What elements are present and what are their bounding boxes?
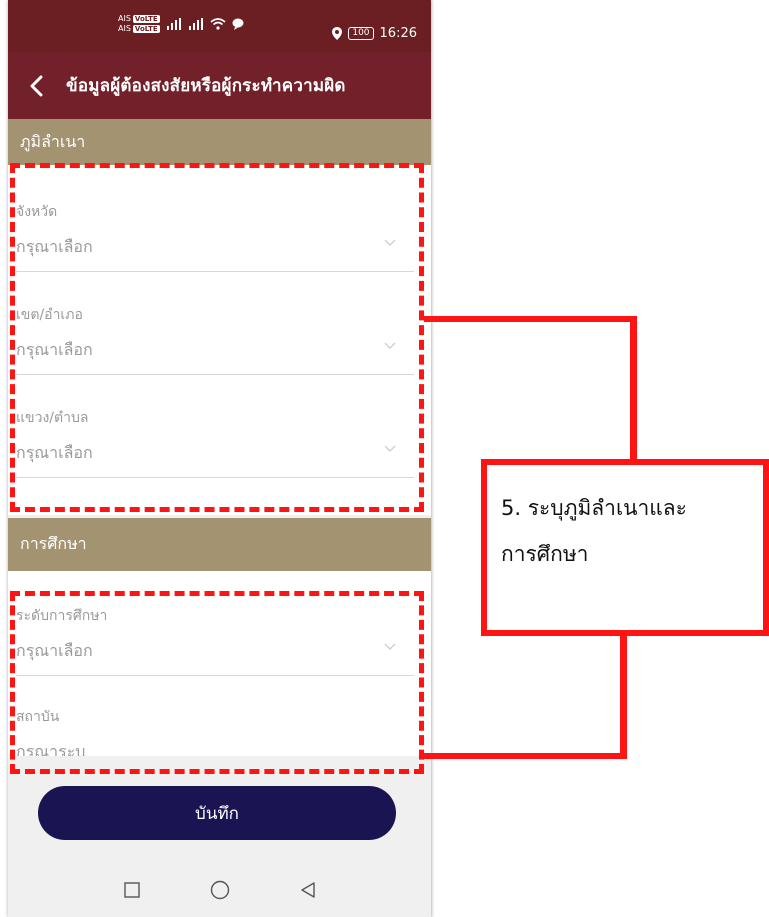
- status-icons-left: AIS VoLTE AIS VoLTE: [118, 14, 244, 34]
- clock: 16:26: [379, 26, 417, 41]
- institution-label: สถาบัน: [16, 709, 60, 725]
- province-label: จังหวัด: [16, 204, 58, 220]
- subdistrict-field: แขวง/ตำบล กรุณาเลือก: [16, 407, 414, 478]
- status-icons-right: 100 16:26: [332, 26, 417, 41]
- chevron-left-icon: [30, 75, 43, 96]
- app-bar: ข้อมูลผู้ต้องสงสัยหรือผู้กระทำความผิด: [8, 52, 431, 119]
- education-level-select[interactable]: กรุณาเลือก: [16, 635, 414, 676]
- recent-apps-button[interactable]: [119, 877, 145, 903]
- education-level-label: ระดับการศึกษา: [16, 608, 108, 624]
- carrier-1-label: AIS: [118, 14, 131, 23]
- connector-line-bottom: [424, 753, 627, 759]
- chat-icon: [232, 18, 244, 30]
- triangle-back-icon: [300, 881, 315, 898]
- volte-badge: VoLTE: [132, 15, 160, 23]
- connector-line-bottom-vertical: [620, 633, 627, 759]
- province-field: จังหวัด กรุณาเลือก: [16, 201, 414, 272]
- annotation-callout: 5. ระบุภูมิลำเนาและ การศึกษา: [481, 459, 769, 636]
- square-icon: [123, 881, 140, 898]
- save-button[interactable]: บันทึก: [38, 786, 396, 840]
- education-level-field: ระดับการศึกษา กรุณาเลือก: [16, 605, 414, 676]
- wifi-icon: [210, 18, 226, 30]
- signal-icon: [166, 18, 181, 30]
- district-label: เขต/อำเภอ: [16, 307, 83, 323]
- subdistrict-label: แขวง/ตำบล: [16, 410, 89, 426]
- domicile-form: จังหวัด กรุณาเลือก เขต/อำเภอ กรุณาเลือก …: [8, 165, 431, 515]
- back-nav-button[interactable]: [295, 877, 321, 903]
- save-area: บันทึก: [8, 756, 431, 862]
- android-nav-bar: [8, 862, 431, 917]
- volte-badge-2: VoLTE: [132, 25, 160, 33]
- chevron-down-icon: [384, 643, 396, 650]
- section-header-domicile: ภูมิลำเนา: [8, 119, 431, 165]
- connector-line-top: [424, 316, 637, 322]
- section-header-education: การศึกษา: [8, 518, 431, 571]
- circle-icon: [210, 880, 229, 899]
- subdistrict-select[interactable]: กรุณาเลือก: [16, 437, 414, 478]
- chevron-down-icon: [384, 445, 396, 452]
- district-field: เขต/อำเภอ กรุณาเลือก: [16, 304, 414, 375]
- district-select[interactable]: กรุณาเลือก: [16, 334, 414, 375]
- province-value: กรุณาเลือก: [16, 237, 93, 256]
- district-value: กรุณาเลือก: [16, 340, 93, 359]
- back-button[interactable]: [8, 52, 64, 119]
- carrier-2-label: AIS: [118, 24, 131, 33]
- chevron-down-icon: [384, 239, 396, 246]
- annotation-line-2: การศึกษา: [501, 542, 589, 566]
- phone-screen: AIS VoLTE AIS VoLTE 100 16:26 ข้อมูลผู้ต้อ…: [8, 0, 431, 917]
- page-title: ข้อมูลผู้ต้องสงสัยหรือผู้กระทำความผิด: [66, 76, 346, 96]
- annotation-line-1: 5. ระบุภูมิลำเนาและ: [501, 496, 687, 520]
- connector-line-top-vertical: [630, 316, 637, 462]
- chevron-down-icon: [384, 342, 396, 349]
- province-select[interactable]: กรุณาเลือก: [16, 231, 414, 272]
- education-level-value: กรุณาเลือก: [16, 641, 93, 660]
- education-form: ระดับการศึกษา กรุณาเลือก สถาบัน กรุณาระบ…: [8, 571, 431, 761]
- subdistrict-value: กรุณาเลือก: [16, 443, 93, 462]
- carrier-info: AIS VoLTE AIS VoLTE: [118, 14, 160, 34]
- home-button[interactable]: [207, 877, 233, 903]
- status-bar: AIS VoLTE AIS VoLTE 100 16:26: [8, 0, 431, 52]
- battery-icon: 100: [348, 27, 374, 40]
- signal-2-icon: [188, 18, 203, 30]
- location-pin-icon: [332, 27, 343, 40]
- institution-field: สถาบัน กรุณาระบุ: [16, 706, 414, 761]
